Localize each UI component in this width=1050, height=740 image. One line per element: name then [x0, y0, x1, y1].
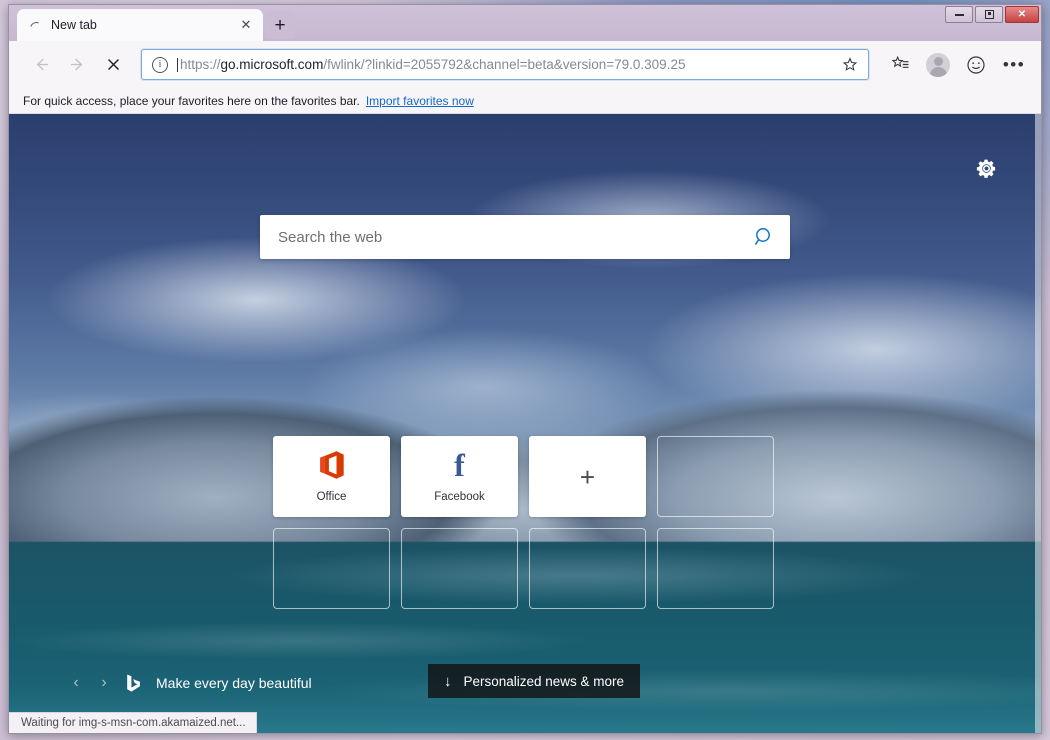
search-icon	[754, 228, 770, 246]
favorites-star-list-icon	[891, 55, 908, 68]
settings-and-more-button[interactable]: •••	[997, 49, 1031, 81]
forward-button[interactable]	[61, 49, 93, 81]
top-site-tile-label: Facebook	[434, 491, 485, 504]
empty-tile-slot[interactable]	[657, 436, 774, 517]
feedback-button[interactable]	[959, 49, 993, 81]
personalized-news-button[interactable]: ↓ Personalized news & more	[428, 664, 640, 698]
url-host: go.microsoft.com	[220, 57, 324, 72]
add-favorite-icon[interactable]	[840, 56, 860, 73]
empty-tile-slot[interactable]	[657, 528, 774, 609]
import-favorites-link[interactable]: Import favorites now	[366, 94, 474, 108]
address-bar[interactable]: i https://go.microsoft.com/fwlink/?linki…	[141, 49, 869, 80]
facebook-icon: f	[454, 446, 465, 483]
top-sites-grid: Office f Facebook +	[273, 436, 785, 609]
top-site-tile-facebook[interactable]: f Facebook	[401, 436, 518, 517]
star-outline-icon	[842, 56, 858, 71]
new-tab-page: Search the web Office f Facebook + ‹ › M…	[9, 114, 1041, 733]
empty-tile-slot[interactable]	[273, 528, 390, 609]
bing-image-attribution: ‹ › Make every day beautiful	[67, 671, 312, 695]
empty-tile-slot[interactable]	[401, 528, 518, 609]
tab-strip: New tab ✕ + ✕	[9, 5, 1041, 41]
arrow-down-icon: ↓	[443, 672, 452, 690]
status-bar: Waiting for img-s-msn-com.akamaized.net.…	[9, 712, 257, 733]
tab-close-icon[interactable]: ✕	[237, 16, 255, 34]
next-image-button[interactable]: ›	[95, 671, 113, 695]
favorites-bar-message: For quick access, place your favorites h…	[23, 93, 360, 108]
top-site-tile-label: Office	[316, 491, 347, 503]
site-info-icon[interactable]: i	[152, 56, 168, 73]
browser-toolbar: i https://go.microsoft.com/fwlink/?linki…	[9, 41, 1041, 88]
personalized-news-label: Personalized news & more	[463, 673, 625, 689]
window-controls: ✕	[945, 6, 1039, 23]
previous-image-button[interactable]: ‹	[67, 671, 85, 695]
ellipsis-icon: •••	[1002, 55, 1026, 74]
profile-button[interactable]	[921, 49, 955, 81]
office-icon	[319, 451, 344, 479]
maximize-icon	[984, 10, 994, 19]
avatar	[926, 52, 950, 77]
search-input[interactable]: Search the web	[278, 229, 752, 246]
minimize-icon	[954, 13, 964, 16]
stop-loading-button[interactable]	[97, 49, 129, 81]
new-tab-button[interactable]: +	[265, 11, 295, 39]
arrow-right-icon	[70, 58, 82, 71]
url-scheme: https://	[180, 57, 221, 72]
status-bar-text: Waiting for img-s-msn-com.akamaized.net.…	[21, 717, 246, 729]
tab-loading-spinner-icon	[29, 18, 43, 32]
top-site-tile-office[interactable]: Office	[273, 436, 390, 517]
favorites-bar: For quick access, place your favorites h…	[9, 88, 1041, 114]
bing-b-icon	[127, 674, 140, 692]
maximize-button[interactable]	[975, 6, 1003, 23]
tab-title: New tab	[51, 18, 97, 32]
search-box[interactable]: Search the web	[260, 215, 790, 259]
minimize-button[interactable]	[945, 6, 973, 23]
back-button[interactable]	[25, 49, 57, 81]
close-window-button[interactable]: ✕	[1005, 6, 1039, 23]
add-site-tile[interactable]: +	[529, 436, 646, 517]
smiley-face-icon	[967, 55, 985, 74]
collections-button[interactable]	[883, 49, 917, 81]
empty-tile-slot[interactable]	[529, 528, 646, 609]
arrow-left-icon	[36, 58, 48, 71]
bing-image-caption: Make every day beautiful	[156, 675, 312, 691]
page-settings-button[interactable]	[973, 155, 999, 181]
browser-window: New tab ✕ + ✕ i https://go.microsoft.com…	[8, 4, 1042, 734]
desktop-background: New tab ✕ + ✕ i https://go.microsoft.com…	[0, 0, 1050, 740]
address-bar-url: https://go.microsoft.com/fwlink/?linkid=…	[177, 57, 831, 72]
search-button[interactable]	[752, 225, 776, 249]
bing-logo-icon	[125, 673, 142, 693]
browser-tab[interactable]: New tab ✕	[17, 9, 263, 41]
gear-icon	[976, 159, 995, 178]
url-path: /fwlink/?linkid=2055792&channel=beta&ver…	[323, 57, 686, 72]
vertical-scrollbar[interactable]	[1035, 114, 1041, 733]
close-x-icon	[107, 59, 119, 70]
plus-icon: +	[579, 461, 596, 492]
